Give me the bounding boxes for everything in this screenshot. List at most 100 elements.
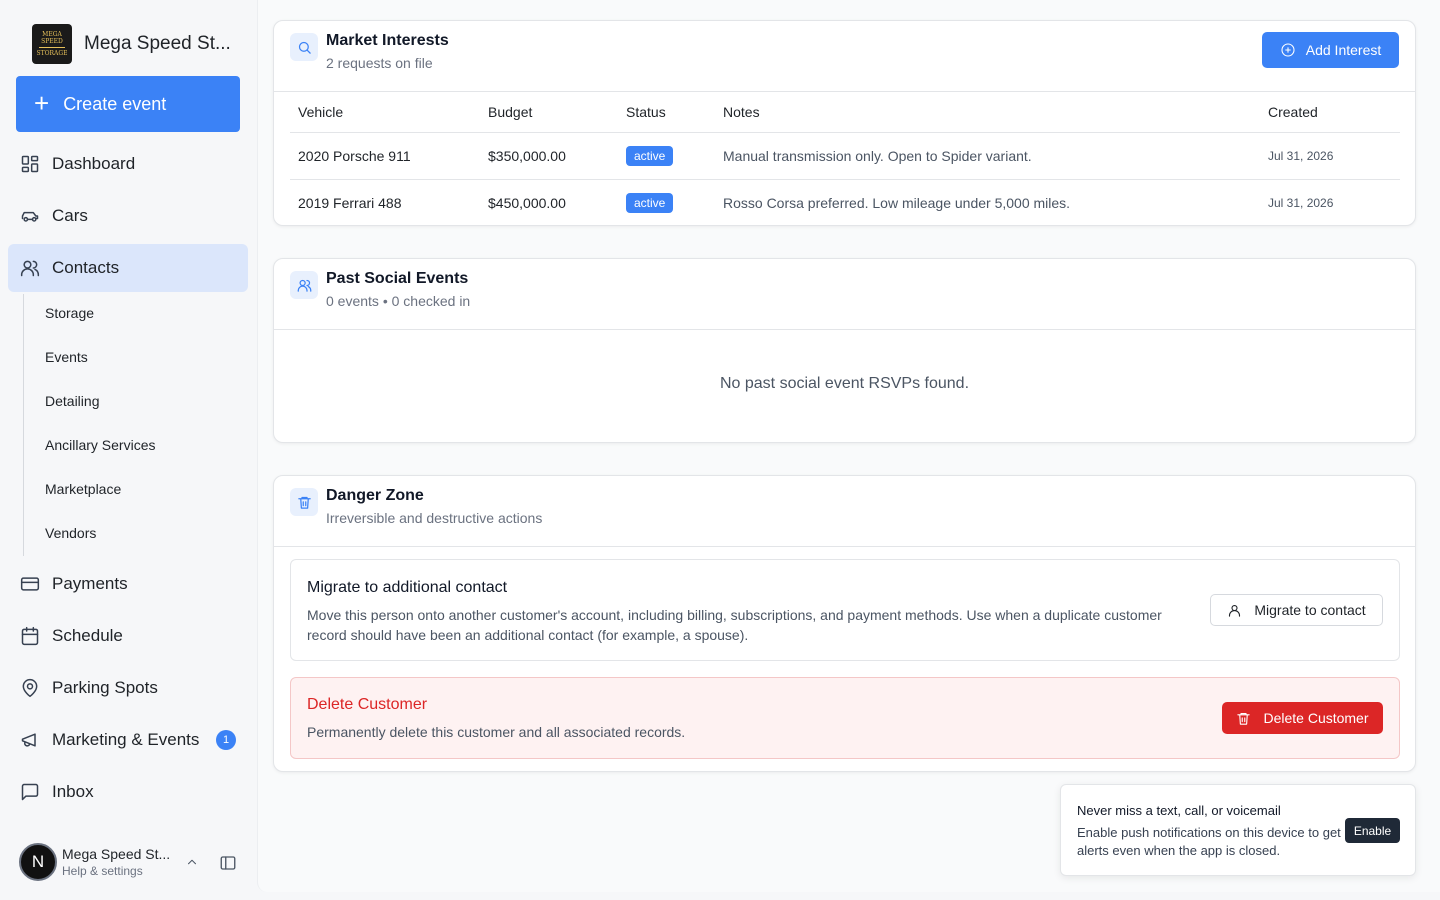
enable-notifications-button[interactable]: Enable xyxy=(1345,818,1400,843)
status-badge: active xyxy=(626,192,674,213)
nav-label: Payments xyxy=(52,574,128,593)
interests-table: Vehicle Budget Status Notes Created 2020… xyxy=(290,93,1400,226)
card-title: Market Interests xyxy=(326,32,449,49)
nav-label: Marketing & Events xyxy=(52,730,200,749)
search-icon xyxy=(290,33,318,61)
nav-label: Inbox xyxy=(52,782,94,801)
subnav-item-storage[interactable]: Storage xyxy=(45,305,94,321)
cell-budget: $450,000.00 xyxy=(488,194,566,211)
nav-item-dashboard[interactable]: Dashboard xyxy=(8,140,248,188)
card-subtitle: Irreversible and destructive actions xyxy=(326,510,543,526)
push-notification-toast: Never miss a text, call, or voicemail En… xyxy=(1060,784,1416,876)
calendar-icon xyxy=(20,626,40,646)
message-square-icon xyxy=(20,782,40,802)
nav-item-marketing[interactable]: Marketing & Events 1 xyxy=(8,716,248,764)
cell-notes: Manual transmission only. Open to Spider… xyxy=(715,132,1260,180)
card-subtitle: 0 events • 0 checked in xyxy=(326,293,471,309)
delete-button-label: Delete Customer xyxy=(1263,710,1369,726)
card-header: Danger Zone Irreversible and destructive… xyxy=(274,476,1415,547)
nav-item-contacts[interactable]: Contacts xyxy=(8,244,248,292)
credit-card-icon xyxy=(20,574,40,594)
brand-name: Mega Speed St... xyxy=(84,33,231,54)
cell-budget: $350,000.00 xyxy=(480,132,618,180)
nav-item-payments[interactable]: Payments xyxy=(8,560,248,608)
trash-icon xyxy=(290,488,318,516)
users-icon xyxy=(20,258,40,278)
create-event-label: Create event xyxy=(63,93,167,114)
nav-label: Dashboard xyxy=(52,154,136,173)
card-header: Market Interests 2 requests on file Add … xyxy=(274,21,1415,92)
user-menu[interactable]: N Mega Speed St... Help & settings xyxy=(19,843,241,881)
avatar: N xyxy=(19,843,57,881)
market-interests-card: Market Interests 2 requests on file Add … xyxy=(273,20,1416,226)
create-event-button[interactable]: + Create event xyxy=(16,76,240,132)
brand-logo: MEGA SPEED STORAGE xyxy=(32,24,72,64)
migrate-title: Migrate to additional contact xyxy=(307,579,508,596)
column-header[interactable]: Vehicle xyxy=(290,93,480,133)
nav-item-schedule[interactable]: Schedule xyxy=(8,612,248,660)
brand-logo-top: MEGA SPEED xyxy=(41,31,63,45)
toast-body: Enable push notifications on this device… xyxy=(1077,825,1341,858)
delete-section: Delete Customer Permanently delete this … xyxy=(290,677,1400,759)
trash-icon xyxy=(1237,712,1251,725)
subnav-item-events[interactable]: Events xyxy=(45,349,88,365)
danger-zone-card: Danger Zone Irreversible and destructive… xyxy=(273,475,1416,772)
plus-circle-icon xyxy=(1281,43,1295,57)
cell-notes: Rosso Corsa preferred. Low mileage under… xyxy=(723,194,1071,211)
notification-badge: 1 xyxy=(216,730,236,750)
brand-logo-bottom: STORAGE xyxy=(36,50,68,57)
nav-label: Schedule xyxy=(52,626,123,645)
user-icon xyxy=(1229,604,1241,617)
add-interest-button[interactable]: Add Interest xyxy=(1262,32,1399,68)
cell-created: Jul 31, 2026 xyxy=(1268,195,1334,210)
cell-vehicle: 2020 Porsche 911 xyxy=(290,132,480,180)
subnav-item-vendors[interactable]: Vendors xyxy=(45,525,96,541)
brand[interactable]: MEGA SPEED STORAGE Mega Speed St... xyxy=(32,24,231,64)
user-name: Mega Speed St... xyxy=(62,846,171,862)
map-pin-icon xyxy=(20,678,40,698)
column-header[interactable]: Created xyxy=(1260,93,1400,133)
table-row[interactable]: 2020 Porsche 911 $350,000.00 active Manu… xyxy=(290,132,1400,180)
nav-item-parking[interactable]: Parking Spots xyxy=(8,664,248,712)
toast-title: Never miss a text, call, or voicemail xyxy=(1077,803,1281,818)
sidebar-toggle-icon[interactable] xyxy=(219,854,237,877)
cell-created: Jul 31, 2026 xyxy=(1260,132,1400,180)
plus-icon: + xyxy=(34,88,50,118)
card-subtitle: 2 requests on file xyxy=(326,55,433,71)
car-icon xyxy=(20,206,40,226)
megaphone-icon xyxy=(20,730,40,750)
nav-label: Parking Spots xyxy=(52,678,158,697)
migrate-button-label: Migrate to contact xyxy=(1254,602,1366,618)
nav-item-cars[interactable]: Cars xyxy=(8,192,248,240)
sidebar: MEGA SPEED STORAGE Mega Speed St... + Cr… xyxy=(0,0,256,900)
cell-status: active xyxy=(618,179,715,226)
nav-label: Cars xyxy=(52,206,88,225)
column-header[interactable]: Budget xyxy=(480,93,618,133)
past-events-card: Past Social Events 0 events • 0 checked … xyxy=(273,258,1416,443)
migrate-description: Move this person onto another customer's… xyxy=(307,607,1162,643)
main-content: Market Interests 2 requests on file Add … xyxy=(257,0,1440,892)
nav-label: Contacts xyxy=(52,258,120,277)
delete-title: Delete Customer xyxy=(307,696,428,713)
migrate-to-contact-button[interactable]: Migrate to contact xyxy=(1210,594,1383,626)
column-header[interactable]: Notes xyxy=(715,93,1260,133)
user-info: Mega Speed St... Help & settings xyxy=(62,846,170,878)
subnav-item-marketplace[interactable]: Marketplace xyxy=(45,481,121,497)
nav-item-inbox[interactable]: Inbox xyxy=(8,768,248,816)
empty-state-message: No past social event RSVPs found. xyxy=(719,375,970,392)
chevron-up-icon[interactable] xyxy=(185,855,199,874)
delete-customer-button[interactable]: Delete Customer xyxy=(1222,702,1383,734)
add-interest-label: Add Interest xyxy=(1305,42,1382,58)
delete-description: Permanently delete this customer and all… xyxy=(307,724,686,740)
table-row[interactable]: 2019 Ferrari 488 $450,000.00 active Ross… xyxy=(290,179,1400,226)
cell-status: active xyxy=(618,132,715,180)
subnav-item-detailing[interactable]: Detailing xyxy=(45,393,99,409)
users-icon xyxy=(290,271,318,299)
subnav-item-ancillary[interactable]: Ancillary Services xyxy=(45,437,155,453)
card-header: Past Social Events 0 events • 0 checked … xyxy=(274,259,1415,330)
status-badge: active xyxy=(626,145,674,166)
migrate-section: Migrate to additional contact Move this … xyxy=(290,559,1400,661)
column-header[interactable]: Status xyxy=(618,93,715,133)
user-subtitle: Help & settings xyxy=(62,864,143,878)
card-title: Past Social Events xyxy=(326,270,469,287)
